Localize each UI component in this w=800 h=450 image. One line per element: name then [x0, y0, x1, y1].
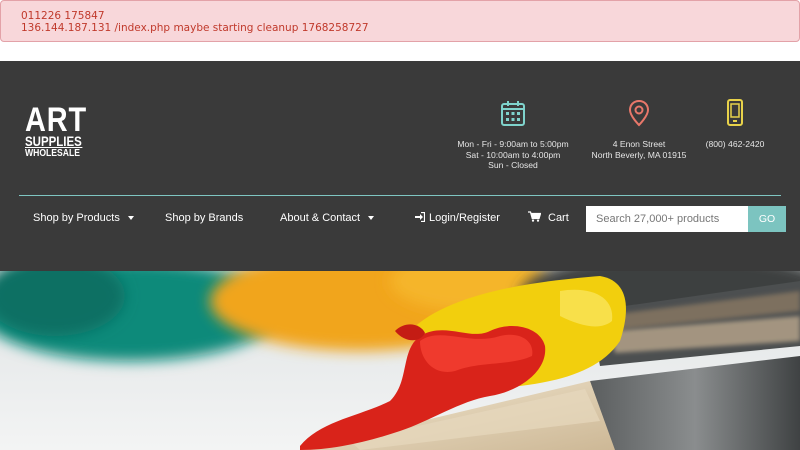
chevron-down-icon: [127, 216, 134, 221]
hours-saturday: Sat - 10:00am to 4:00pm: [465, 149, 561, 160]
store-phone: (800) 462-2420: [700, 99, 770, 150]
nav-shop-by-brands-label: Shop by Brands: [165, 212, 244, 224]
nav-about-contact[interactable]: About & Contact: [280, 211, 375, 225]
phone-number[interactable]: (800) 462-2420: [700, 139, 770, 150]
logo-word-art: ART: [25, 101, 87, 139]
search-go-button[interactable]: GO: [748, 206, 786, 232]
address-street: 4 Enon Street: [612, 139, 666, 149]
cart-icon: [528, 211, 542, 222]
search-input[interactable]: [586, 206, 748, 232]
calendar-icon: [501, 101, 525, 126]
nav-about-contact-label: About & Contact: [280, 212, 361, 224]
map-pin-icon: [628, 99, 650, 127]
nav-login-register-label: Login/Register: [429, 212, 500, 224]
phone-icon: [727, 99, 743, 126]
header-divider: [19, 195, 781, 196]
hero-banner-image: [0, 271, 800, 450]
chevron-down-icon: [368, 216, 375, 221]
debug-message-bar: 011226 175847 136.144.187.131 /index.php…: [0, 0, 800, 42]
hours-sunday: Sun - Closed: [488, 160, 538, 170]
login-icon: [415, 211, 426, 223]
address-city: North Beverly, MA 01915: [591, 149, 687, 160]
logo-word-wholesale: WHOLESALE: [25, 147, 81, 159]
nav-login-register[interactable]: Login/Register: [415, 211, 500, 225]
nav-cart-label: Cart: [548, 212, 569, 224]
debug-line-1: 011226 175847: [21, 10, 105, 22]
nav-cart[interactable]: Cart: [528, 211, 569, 225]
paintbrush-hero-illustration: [0, 271, 800, 450]
debug-line-2: 136.144.187.131 /index.php maybe startin…: [21, 22, 369, 34]
store-address: 4 Enon Street North Beverly, MA 01915: [586, 99, 692, 160]
nav-shop-by-products[interactable]: Shop by Products: [33, 211, 134, 225]
nav-shop-by-products-label: Shop by Products: [33, 212, 120, 224]
nav-shop-by-brands[interactable]: Shop by Brands: [165, 211, 243, 225]
site-header: ART SUPPLIES WHOLESALE Mon - Fri - 9:00a…: [0, 61, 800, 271]
hours-weekday: Mon - Fri - 9:00am to 5:00pm: [457, 139, 569, 149]
site-logo[interactable]: ART SUPPLIES WHOLESALE: [25, 101, 87, 165]
store-hours: Mon - Fri - 9:00am to 5:00pm Sat - 10:00…: [448, 99, 578, 171]
